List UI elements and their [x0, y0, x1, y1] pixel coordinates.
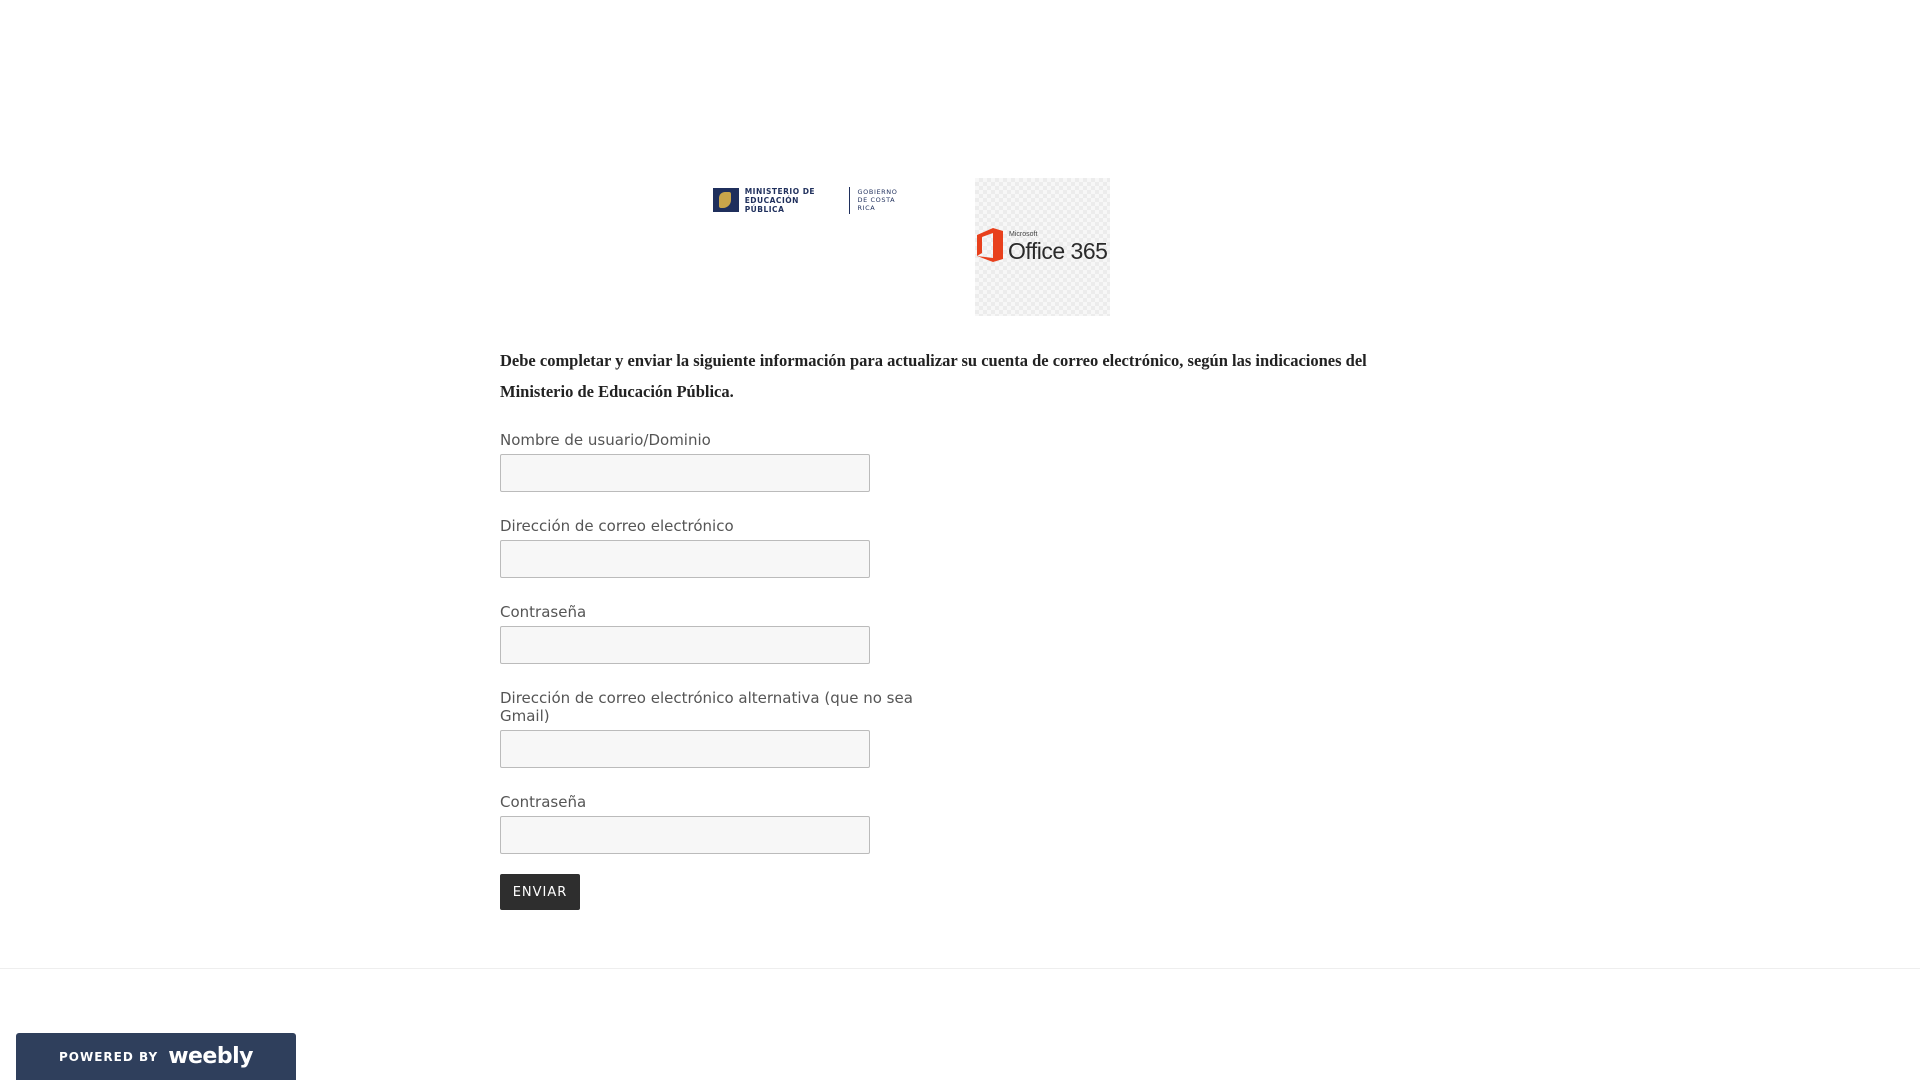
intro-text: Debe completar y enviar la siguiente inf…	[500, 351, 1367, 401]
alt-email-label: Dirección de correo electrónico alternat…	[500, 689, 913, 725]
mep-logo-name: MINISTERIO DE EDUCACIÓN PÚBLICA	[745, 186, 850, 214]
username-input[interactable]	[500, 454, 870, 492]
office-brand: Microsoft	[1009, 231, 1038, 238]
weebly-logo: weebly	[168, 1044, 253, 1069]
footer-divider	[0, 968, 1920, 969]
office-365-logo: Microsoft Office 365	[975, 178, 1110, 316]
alt-email-input[interactable]	[500, 730, 870, 768]
page: MINISTERIO DE EDUCACIÓN PÚBLICA GOBIERNO…	[0, 0, 1920, 1080]
costa-rica-emblem-icon	[713, 188, 739, 212]
password-label: Contraseña	[500, 603, 587, 621]
username-field: Nombre de usuario/Dominio	[500, 431, 920, 492]
password-input[interactable]	[500, 626, 870, 664]
username-label: Nombre de usuario/Dominio	[500, 431, 711, 449]
email-field: Dirección de correo electrónico	[500, 517, 920, 578]
alt-password-field: Contraseña	[500, 793, 920, 854]
alt-password-input[interactable]	[500, 816, 870, 854]
alt-password-label: Contraseña	[500, 793, 587, 811]
mep-logo: MINISTERIO DE EDUCACIÓN PÚBLICA GOBIERNO…	[713, 186, 915, 214]
logo-row: MINISTERIO DE EDUCACIÓN PÚBLICA GOBIERNO…	[713, 178, 1413, 318]
mep-logo-government: GOBIERNO DE COSTA RICA	[857, 188, 898, 212]
submit-button[interactable]: ENVIAR	[500, 874, 580, 910]
email-input[interactable]	[500, 540, 870, 578]
office-icon	[977, 228, 1003, 262]
password-field: Contraseña	[500, 603, 920, 664]
email-label: Dirección de correo electrónico	[500, 517, 734, 535]
alt-email-field: Dirección de correo electrónico alternat…	[500, 689, 920, 768]
office-product-name: Office 365	[1008, 238, 1108, 264]
powered-by-label: POWERED BY	[59, 1049, 159, 1064]
weebly-badge[interactable]: POWERED BY weebly	[16, 1033, 296, 1080]
